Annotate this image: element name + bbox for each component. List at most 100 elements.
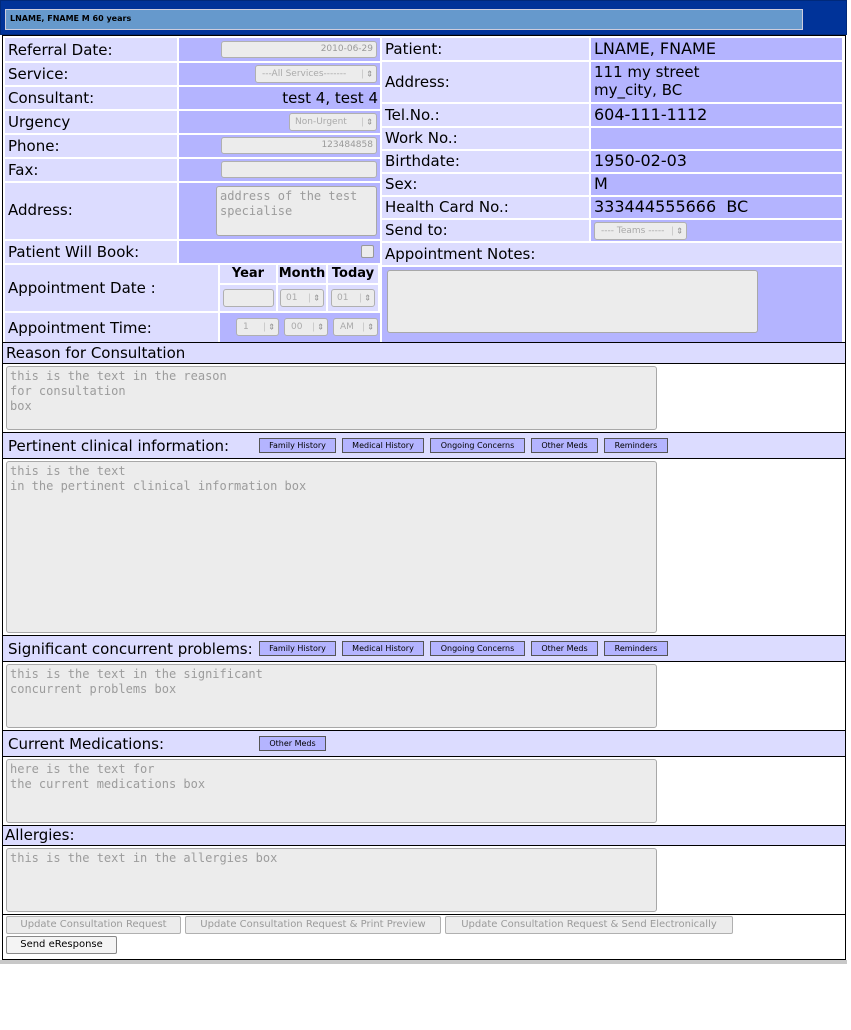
concurrent-textarea[interactable]: this is the text in the significant conc… [6,664,657,728]
hour-select-value: 1 [243,322,249,332]
send-to-select-value: ---- Teams ----- [601,226,665,236]
clinical-other-meds-button[interactable]: Other Meds [531,438,598,453]
meds-textarea[interactable]: here is the text for the current medicat… [6,759,657,823]
health-card-label: Health Card No.: [385,198,509,216]
patient-header-title: LNAME, FNAME M 60 years [10,14,132,23]
clinical-reminders-button[interactable]: Reminders [604,438,668,453]
patient-will-book-label-cell: Patient Will Book: [5,241,177,263]
reason-section-bar: Reason for Consultation [3,342,845,364]
urgency-select[interactable]: Non-Urgent ⇕ [289,113,377,131]
allergies-section-bar: Allergies: [3,825,845,846]
clinical-label: Pertinent clinical information: [8,437,230,455]
year-input[interactable] [223,289,274,307]
specialist-address-value-cell: address of the test specialise [179,183,380,239]
patient-table: Patient: LNAME, FNAME Address: 111 my st… [382,38,842,342]
sex-value-cell: M [591,174,842,195]
concurrent-other-meds-button[interactable]: Other Meds [531,641,598,656]
patient-address-value-cell: 111 my street my_city, BC [591,62,842,102]
header-bar: LNAME, FNAME M 60 years [0,0,847,35]
sex-value: M [594,174,608,193]
service-label-cell: Service: [5,63,177,85]
reason-textarea[interactable]: this is the text in the reason for consu… [6,366,657,430]
phone-value-cell: 123484858 [179,135,380,157]
minute-select-value: 00 [291,322,303,332]
divider [3,914,845,915]
referral-date-label: Referral Date: [8,41,113,59]
consultation-form: Referral Date: 2010-06-29 Service: ---Al… [2,35,846,960]
bottom-edge [0,960,847,964]
concurrent-section-bar: Significant concurrent problems: Family … [3,635,845,662]
chevron-updown-icon: ⇕ [672,226,683,236]
minute-select[interactable]: 00 ⇕ [284,318,328,336]
sex-label: Sex: [385,175,418,193]
year-header: Year [220,265,276,283]
birthdate-value-cell: 1950-02-03 [591,151,842,172]
service-value-cell: ---All Services------- ⇕ [179,63,380,85]
birthdate-value: 1950-02-03 [594,151,687,170]
health-card-label-cell: Health Card No.: [382,197,589,218]
specialist-address-textarea[interactable]: address of the test specialise [216,186,377,236]
sex-label-cell: Sex: [382,174,589,195]
appt-time-value-cell: 1 ⇕ 00 ⇕ AM ⇕ [220,313,380,342]
concurrent-family-history-button[interactable]: Family History [259,641,336,656]
concurrent-ongoing-concerns-button[interactable]: Ongoing Concerns [430,641,525,656]
month-select-value: 01 [286,293,298,303]
appt-notes-textarea[interactable] [387,270,758,333]
concurrent-reminders-button[interactable]: Reminders [604,641,668,656]
day-cell: 01 ⇕ [328,285,378,311]
chevron-updown-icon: ⇕ [362,117,373,127]
tel-value-cell: 604-111-1112 [591,104,842,126]
patient-will-book-checkbox[interactable] [361,245,374,258]
update-send-electronically-button[interactable]: Update Consultation Request & Send Elect… [445,916,733,934]
month-header: Month [278,265,326,283]
send-eresponse-button[interactable]: Send eResponse [6,936,117,954]
clinical-family-history-button[interactable]: Family History [259,438,336,453]
phone-label: Phone: [8,137,60,155]
patient-address-label: Address: [385,73,450,91]
service-select[interactable]: ---All Services------- ⇕ [255,65,377,83]
health-card-value: 333444555666 BC [594,197,749,216]
month-select[interactable]: 01 ⇕ [280,289,324,307]
day-select[interactable]: 01 ⇕ [331,289,375,307]
urgency-label-cell: Urgency [5,111,177,133]
urgency-label: Urgency [8,113,71,131]
patient-address-line2: my_city, BC [594,81,683,99]
chevron-updown-icon: ⇕ [362,69,373,79]
appt-notes-label: Appointment Notes: [385,245,536,263]
update-print-preview-button[interactable]: Update Consultation Request & Print Prev… [185,916,441,934]
fax-input[interactable] [221,161,377,178]
send-to-value-cell: ---- Teams ----- ⇕ [591,220,842,241]
send-to-select[interactable]: ---- Teams ----- ⇕ [594,222,687,240]
birthdate-label: Birthdate: [385,152,460,170]
work-label-cell: Work No.: [382,128,589,149]
chevron-updown-icon: ⇕ [363,322,374,332]
health-card-value-cell: 333444555666 BC [591,197,842,218]
chevron-updown-icon: ⇕ [360,293,371,303]
consultant-value: test 4, test 4 [282,89,378,107]
meds-label: Current Medications: [8,735,165,753]
send-to-label: Send to: [385,221,448,239]
clinical-ongoing-concerns-button[interactable]: Ongoing Concerns [430,438,525,453]
concurrent-medical-history-button[interactable]: Medical History [342,641,424,656]
chevron-updown-icon: ⇕ [313,322,324,332]
tel-label-cell: Tel.No.: [382,104,589,126]
referral-date-input[interactable]: 2010-06-29 [221,41,377,58]
send-to-label-cell: Send to: [382,220,589,241]
clinical-medical-history-button[interactable]: Medical History [342,438,424,453]
referral-date-label-cell: Referral Date: [5,38,177,61]
patient-label-cell: Patient: [382,38,589,60]
consultant-label: Consultant: [8,89,95,107]
ampm-select[interactable]: AM ⇕ [333,318,378,336]
meds-other-meds-button[interactable]: Other Meds [259,736,326,751]
appt-time-label: Appointment Time: [8,319,152,337]
allergies-textarea[interactable]: this is the text in the allergies box [6,848,657,912]
update-consultation-button[interactable]: Update Consultation Request [6,916,181,934]
hour-select[interactable]: 1 ⇕ [236,318,279,336]
phone-input[interactable]: 123484858 [221,137,377,154]
appt-time-label-cell: Appointment Time: [5,313,218,342]
consultant-label-cell: Consultant: [5,87,177,109]
appt-date-label: Appointment Date : [8,279,156,297]
day-select-value: 01 [337,293,349,303]
clinical-textarea[interactable]: this is the text in the pertinent clinic… [6,461,657,633]
ampm-select-value: AM [340,322,354,332]
